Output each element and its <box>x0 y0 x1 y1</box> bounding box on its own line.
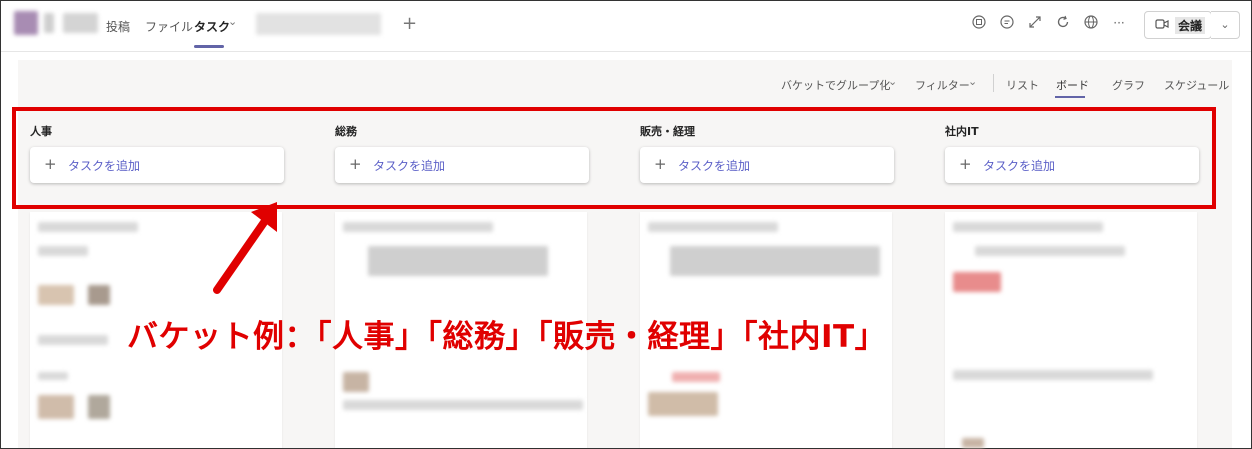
active-tab-indicator <box>194 45 224 48</box>
tab-tasks[interactable]: タスク <box>194 18 230 35</box>
active-view-indicator <box>1055 96 1085 98</box>
chevron-down-icon[interactable]: ⌄ <box>968 75 977 88</box>
chat-icon[interactable] <box>999 15 1015 31</box>
view-schedule[interactable]: スケジュール <box>1164 77 1229 93</box>
annotation-arrow-icon <box>213 202 277 294</box>
highlight-box <box>12 107 1216 209</box>
ext-icon[interactable] <box>971 15 987 31</box>
group-by-button[interactable]: バケットでグループ化 <box>781 77 890 93</box>
meeting-label: 会議 <box>1175 17 1206 34</box>
view-list[interactable]: リスト <box>1006 77 1039 93</box>
globe-icon[interactable] <box>1083 15 1099 31</box>
toolbar-divider <box>993 74 994 92</box>
refresh-icon[interactable] <box>1055 15 1071 31</box>
chevron-down-icon[interactable]: ⌄ <box>888 75 897 88</box>
view-board[interactable]: ボード <box>1056 77 1089 93</box>
more-icon[interactable]: ··· <box>1111 15 1127 31</box>
meeting-dropdown[interactable]: ⌄ <box>1211 11 1240 39</box>
team-avatar[interactable] <box>14 11 38 35</box>
channel-name-2 <box>63 13 98 33</box>
tab-posts[interactable]: 投稿 <box>106 18 130 35</box>
annotation-text: バケット例：「人事」「総務」「販売・経理」「社内IT」 <box>127 319 887 355</box>
video-icon <box>1155 17 1169 34</box>
meeting-button[interactable]: 会議 <box>1144 11 1212 39</box>
filter-button[interactable]: フィルター <box>915 77 970 93</box>
view-chart[interactable]: グラフ <box>1112 77 1145 93</box>
chevron-down-icon[interactable]: ⌄ <box>228 15 237 28</box>
add-tab-icon[interactable]: + <box>402 13 417 34</box>
tab-bar: 投稿 ファイル タスク ⌄ + ··· 会議 ⌄ <box>1 1 1251 52</box>
extra-tab[interactable] <box>256 13 381 35</box>
tab-files[interactable]: ファイル <box>145 18 193 35</box>
expand-icon[interactable] <box>1027 15 1043 31</box>
channel-name <box>44 13 54 33</box>
